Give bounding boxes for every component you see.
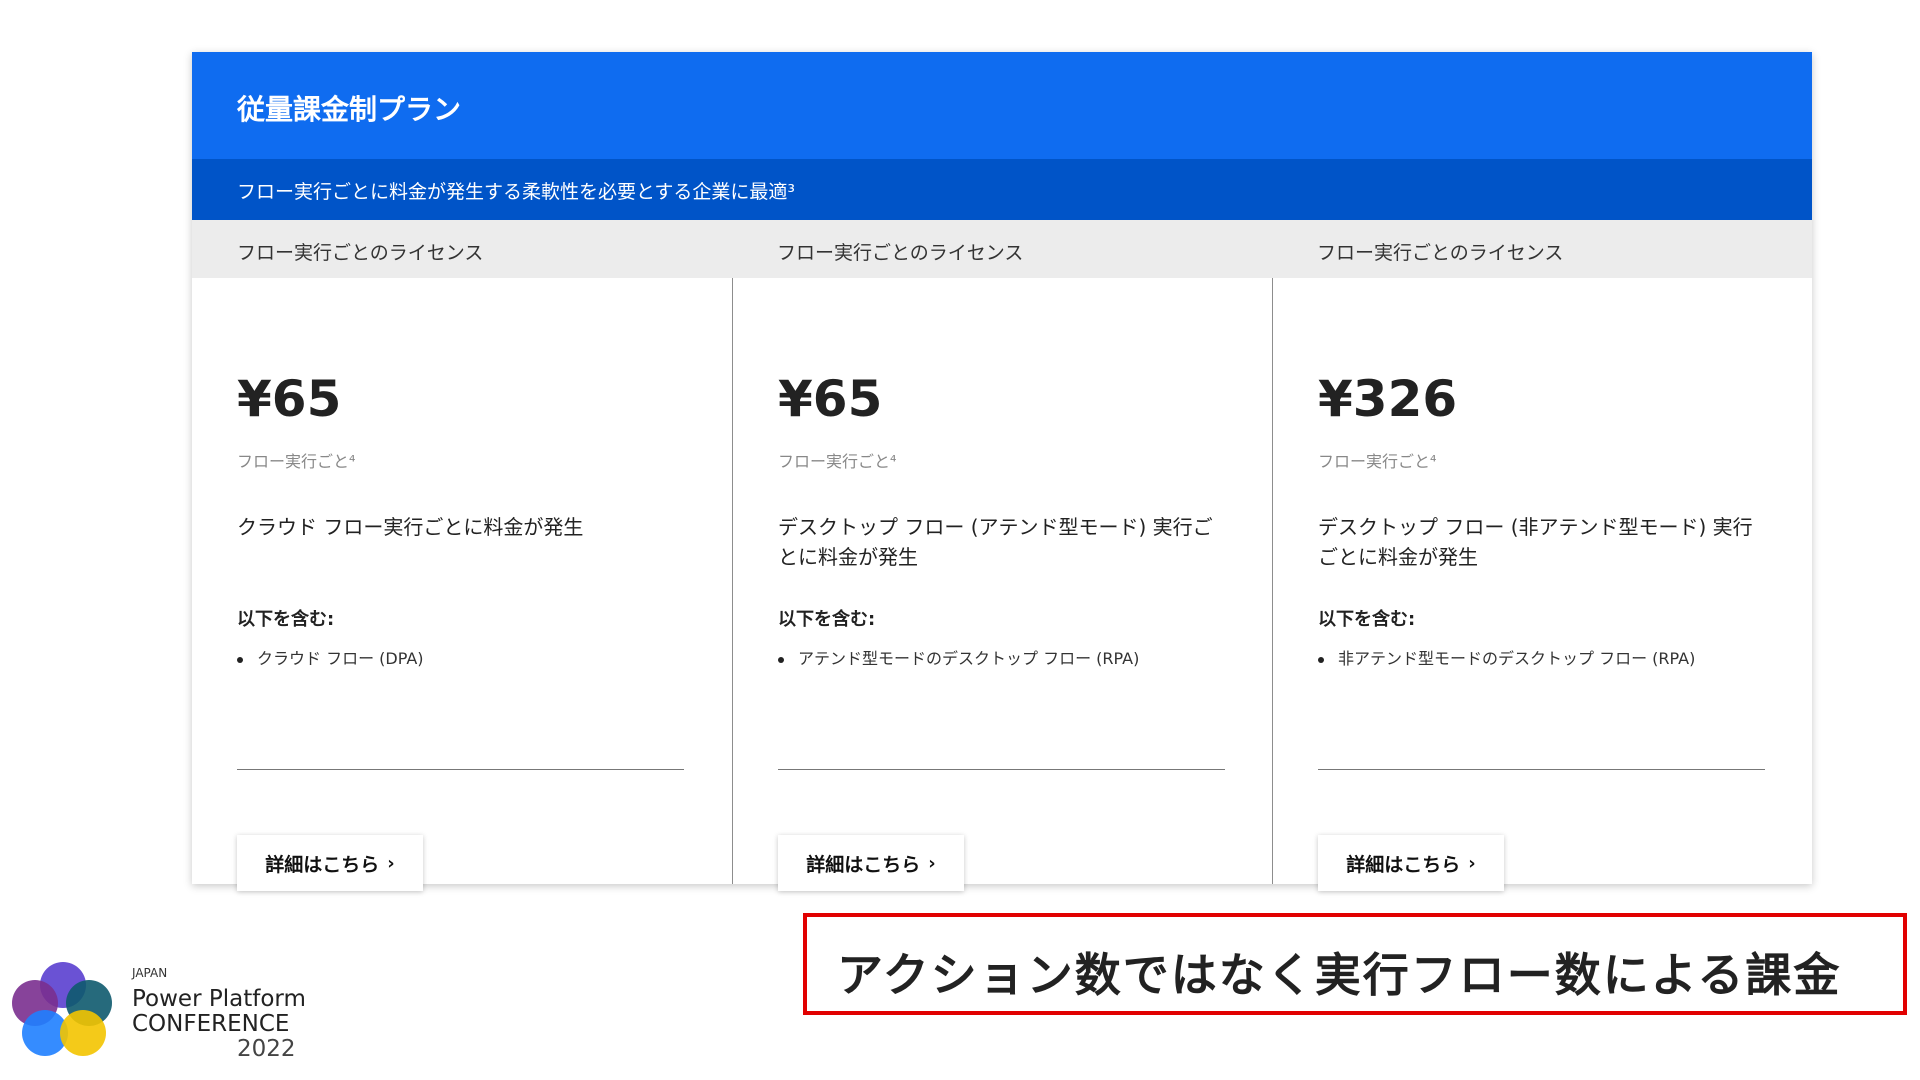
details-button[interactable]: 詳細はこちら › (778, 835, 964, 891)
plan-subheader: フロー実行ごとに料金が発生する柔軟性を必要とする企業に最適³ (192, 159, 1812, 220)
plan-card-2: ¥65 フロー実行ごと⁴ デスクトップ フロー (アテンド型モード) 実行ごとに… (732, 278, 1273, 891)
logo-line-2: CONFERENCE (132, 1011, 290, 1037)
column-heading-1: フロー実行ごとのライセンス (237, 242, 484, 264)
plan-card-3: ¥326 フロー実行ごと⁴ デスクトップ フロー (非アテンド型モード) 実行ご… (1272, 278, 1813, 891)
details-button[interactable]: 詳細はこちら › (1318, 835, 1504, 891)
plan-price: ¥65 (237, 370, 342, 428)
conference-logo: JAPAN Power Platform CONFERENCE 2022 (12, 958, 312, 1068)
divider (778, 769, 1225, 770)
column-heading-3: フロー実行ごとのライセンス (1317, 242, 1564, 264)
plan-description: デスクトップ フロー (非アテンド型モード) 実行ごとに料金が発生 (1318, 515, 1753, 569)
bullet-icon (778, 656, 784, 663)
bullet-icon (237, 656, 243, 663)
includes-item: 非アテンド型モードのデスクトップ フロー (RPA) (1318, 645, 1695, 669)
includes-item: アテンド型モードのデスクトップ フロー (RPA) (778, 645, 1139, 669)
bullet-icon (1318, 656, 1324, 663)
chevron-right-icon: › (928, 852, 936, 874)
chevron-right-icon: › (387, 852, 395, 874)
chevron-right-icon: › (1468, 852, 1476, 874)
includes-item: クラウド フロー (DPA) (237, 645, 424, 669)
divider (1318, 769, 1765, 770)
plan-unit: フロー実行ごと⁴ (237, 452, 356, 471)
plan-price: ¥326 (1318, 370, 1458, 428)
plan-unit: フロー実行ごと⁴ (778, 452, 897, 471)
includes-label: 以下を含む: (778, 609, 876, 630)
column-heading-2: フロー実行ごとのライセンス (777, 242, 1024, 264)
column-headers: フロー実行ごとのライセンス フロー実行ごとのライセンス フロー実行ごとのライセン… (192, 220, 1812, 278)
plan-unit: フロー実行ごと⁴ (1318, 452, 1437, 471)
plan-title: 従量課金制プラン (237, 93, 462, 126)
plan-price: ¥65 (778, 370, 883, 428)
plan-description: クラウド フロー実行ごとに料金が発生 (237, 515, 584, 539)
logo-line-3: 2022 (237, 1036, 296, 1062)
divider (237, 769, 684, 770)
details-button[interactable]: 詳細はこちら › (237, 835, 423, 891)
plan-header: 従量課金制プラン (192, 52, 1812, 159)
plan-card-1: ¥65 フロー実行ごと⁴ クラウド フロー実行ごとに料金が発生 以下を含む: ク… (192, 278, 732, 891)
logo-line-1: Power Platform (132, 986, 306, 1012)
plan-subtitle: フロー実行ごとに料金が発生する柔軟性を必要とする企業に最適³ (237, 181, 796, 203)
includes-label: 以下を含む: (237, 609, 335, 630)
includes-label: 以下を含む: (1318, 609, 1416, 630)
pricing-panel: 従量課金制プラン フロー実行ごとに料金が発生する柔軟性を必要とする企業に最適³ … (192, 52, 1813, 891)
callout-text: アクション数ではなく実行フロー数による課金 (837, 948, 1842, 1002)
callout-box: アクション数ではなく実行フロー数による課金 (803, 913, 1907, 1015)
plan-description: デスクトップ フロー (アテンド型モード) 実行ごとに料金が発生 (778, 515, 1213, 569)
logo-japan: JAPAN (132, 966, 168, 980)
